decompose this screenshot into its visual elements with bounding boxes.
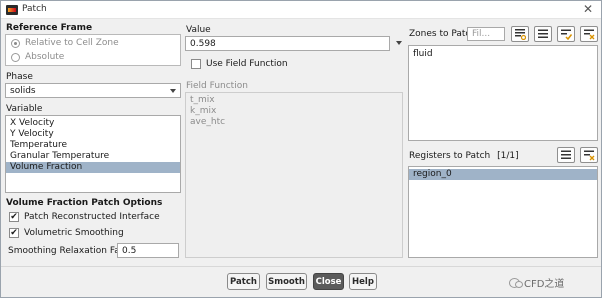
value-input[interactable]: 0.598	[185, 36, 390, 51]
radio-unselected-icon	[11, 52, 20, 62]
app-icon	[6, 5, 18, 15]
patch-dialog: Patch ✕ Reference Frame Relative to Cell…	[0, 0, 602, 298]
chevron-down-icon	[396, 41, 402, 45]
checkbox-label: Patch Reconstructed Interface	[24, 212, 160, 222]
select-all-zones-button[interactable]	[511, 26, 529, 42]
phase-label: Phase	[6, 72, 33, 82]
check-icon: ✔	[9, 227, 19, 238]
use-field-function-checkbox[interactable]: Use Field Function	[191, 59, 288, 69]
check-list-icon	[561, 29, 572, 40]
window-title: Patch	[22, 4, 47, 14]
wechat-icon	[509, 277, 523, 288]
registers-list[interactable]: region_0	[408, 166, 598, 258]
list-item: k_mix	[190, 106, 217, 116]
radio-relative-to-cell-zone[interactable]: Relative to Cell Zone	[11, 38, 119, 48]
list-item[interactable]: Y Velocity	[6, 129, 180, 140]
close-icon[interactable]: ✕	[583, 2, 593, 16]
list-item: t_mix	[190, 95, 215, 105]
list-item[interactable]: Temperature	[6, 140, 180, 151]
select-zones-button[interactable]	[557, 26, 575, 42]
phase-dropdown[interactable]: solids	[5, 83, 181, 98]
list-icon	[538, 29, 548, 38]
reference-frame-title: Reference Frame	[6, 23, 93, 33]
title-bar: Patch ✕	[1, 1, 601, 19]
checkbox-label: Volumetric Smoothing	[24, 228, 124, 238]
checkbox-box	[191, 59, 201, 69]
field-function-list: t_mix k_mix ave_htc	[185, 92, 403, 258]
list-item[interactable]: Granular Temperature	[6, 151, 180, 162]
variable-label: Variable	[6, 104, 43, 114]
chevron-down-icon	[170, 89, 176, 93]
patch-reconstructed-checkbox[interactable]: ✔ Patch Reconstructed Interface	[9, 212, 160, 222]
patch-button[interactable]: Patch	[227, 273, 260, 290]
check-icon: ✔	[9, 211, 19, 222]
smooth-button[interactable]: Smooth	[266, 273, 307, 290]
clear-list-icon	[584, 150, 595, 161]
vf-options-title: Volume Fraction Patch Options	[6, 198, 163, 208]
list-view-button[interactable]	[534, 26, 552, 42]
registers-label-text: Registers to Patch	[409, 151, 491, 161]
registers-label: Registers to Patch [1/1]	[409, 151, 519, 161]
radio-selected-icon	[11, 38, 20, 48]
radio-label: Relative to Cell Zone	[25, 38, 119, 48]
list-item: ave_htc	[190, 117, 226, 127]
variable-list[interactable]: X Velocity Y Velocity Temperature Granul…	[5, 115, 181, 193]
value-dropdown-button[interactable]	[392, 36, 404, 51]
list-item-selected[interactable]: region_0	[409, 169, 597, 180]
list-item-selected[interactable]: Volume Fraction	[6, 162, 180, 173]
close-button[interactable]: Close	[313, 273, 344, 290]
volumetric-smoothing-checkbox[interactable]: ✔ Volumetric Smoothing	[9, 228, 124, 238]
list-icon	[561, 150, 571, 159]
registers-count: [1/1]	[497, 151, 519, 161]
list-item[interactable]: fluid	[409, 49, 597, 60]
registers-deselect-button[interactable]	[580, 147, 598, 163]
zones-filter-input[interactable]: Fil...	[467, 27, 505, 41]
watermark-text: CFD之道	[524, 279, 565, 290]
zones-list[interactable]: fluid	[408, 45, 598, 141]
help-button[interactable]: Help	[349, 273, 377, 290]
checkbox-label: Use Field Function	[206, 59, 288, 69]
list-item[interactable]: X Velocity	[6, 118, 180, 129]
clear-list-icon	[584, 29, 595, 40]
radio-absolute[interactable]: Absolute	[11, 52, 64, 62]
deselect-zones-button[interactable]	[580, 26, 598, 42]
radio-label: Absolute	[25, 52, 65, 62]
value-label: Value	[186, 25, 211, 35]
relaxation-factor-input[interactable]: 0.5	[117, 243, 179, 258]
watermark: CFD之道	[509, 275, 564, 290]
select-all-icon	[515, 29, 526, 40]
divider	[1, 266, 601, 267]
registers-list-view-button[interactable]	[557, 147, 575, 163]
field-function-label: Field Function	[186, 81, 248, 91]
phase-value: solids	[10, 86, 36, 96]
